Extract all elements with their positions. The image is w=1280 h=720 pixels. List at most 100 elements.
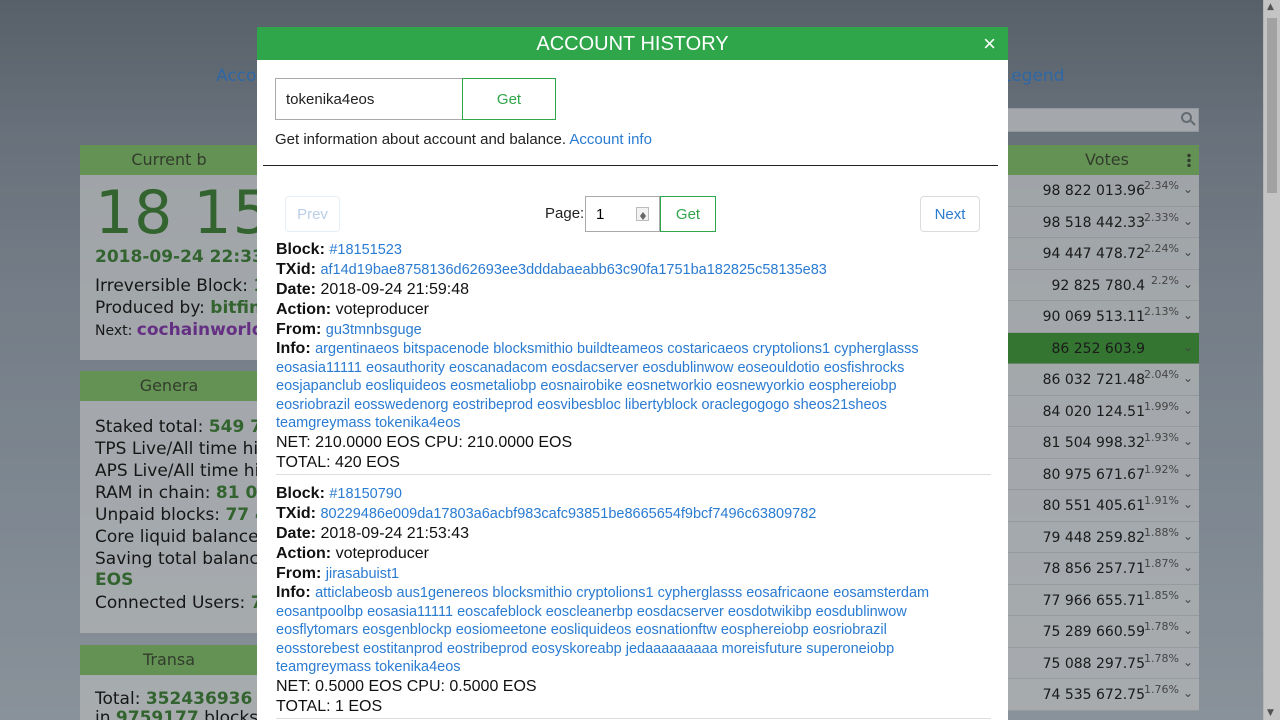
producer-link[interactable]: cryptolions1 [576,585,653,601]
date-label: Date: [276,281,317,298]
producer-link[interactable]: eosdotwikibp [728,604,812,620]
from-link[interactable]: jirasabuist1 [326,566,399,582]
producer-link[interactable]: eosfishrocks [824,360,905,376]
date-value: 2018-09-24 21:59:48 [320,281,470,298]
producer-link[interactable]: eosstorebest [276,641,359,657]
info-producers-line: Info: argentinaeos bitspacenode blocksmith… [276,340,991,359]
producer-link[interactable]: eosamsterdam [833,585,929,601]
producer-link[interactable]: eosiomeetone [456,622,547,638]
producer-link[interactable]: eosliquideos [551,622,632,638]
transaction-separator [276,718,991,719]
next-page-button[interactable]: Next [920,196,980,232]
producer-link[interactable]: eostribeprod [452,397,533,413]
producer-link[interactable]: tokenika4eos [375,659,460,675]
producer-link[interactable]: eostitanprod [363,641,443,657]
producer-link[interactable]: eosriobrazil [813,622,887,638]
producer-link[interactable]: eoscleanerbp [546,604,633,620]
get-account-button[interactable]: Get [462,78,556,120]
producer-link[interactable]: aus1genereos [397,585,489,601]
producer-link[interactable]: eosphereiobp [721,622,809,638]
producer-link[interactable]: eosafricaone [746,585,829,601]
producer-link[interactable]: costaricaeos [667,341,748,357]
producer-link[interactable]: eosvibesbloc [537,397,621,413]
block-label: Block: [276,485,325,502]
producer-link[interactable]: eosnationftw [635,622,716,638]
producer-link[interactable]: oraclegogogo [701,397,789,413]
account-history-modal: ACCOUNT HISTORY × Get Get information ab… [257,27,1008,720]
producer-link[interactable]: eosnewyorkio [716,378,805,394]
producer-link[interactable]: cypherglasss [834,341,919,357]
action-row: Action: voteproducer [276,300,991,320]
info-producers-line: eosasia11111 eosauthority eoscanadacom eosd… [276,359,991,378]
account-info-text: Get information about account and balanc… [275,131,652,148]
producer-link[interactable]: cypherglasss [658,585,743,601]
block-link[interactable]: #18151523 [329,242,402,258]
producer-link[interactable]: eosyskoreabp [531,641,621,657]
producer-link[interactable]: blocksmithio [493,341,573,357]
producer-link[interactable]: eosmetaliobp [450,378,536,394]
date-label: Date: [276,525,317,542]
txid-label: TXid: [276,261,316,278]
producer-link[interactable]: eosflytomars [276,622,358,638]
producer-link[interactable]: eosdublinwow [642,360,733,376]
producer-link[interactable]: eoseouldotio [737,360,819,376]
modal-header: ACCOUNT HISTORY × [257,27,1008,60]
close-icon[interactable]: × [983,27,996,61]
producer-link[interactable]: eosriobrazil [276,397,350,413]
account-info-link[interactable]: Account info [569,131,652,148]
net-cpu: NET: 0.5000 EOS CPU: 0.5000 EOS [276,677,537,695]
total-amount: TOTAL: 1 EOS [276,697,383,715]
producer-link[interactable]: eosdacserver [551,360,638,376]
producer-link[interactable]: bitspacenode [403,341,489,357]
producer-link[interactable]: superoneiobp [806,641,894,657]
transaction-separator [276,474,991,475]
producer-link[interactable]: eosjapanclub [276,378,361,394]
info-label: Info: [276,584,311,601]
producer-link[interactable]: atticlabeosb [315,585,392,601]
info-producers-line: eosantpoolbp eosasia11111 eoscafeblock eosc… [276,603,991,622]
divider [263,165,998,166]
from-link[interactable]: gu3tmnbsguge [326,322,422,338]
block-link[interactable]: #18150790 [329,486,402,502]
producer-link[interactable]: eosasia11111 [367,604,453,620]
producer-link[interactable]: tokenika4eos [375,415,460,431]
producer-link[interactable]: moreisfuture [722,641,803,657]
producer-link[interactable]: eosnairobike [540,378,622,394]
producer-link[interactable]: eoscafeblock [457,604,542,620]
action-label: Action: [276,301,332,318]
producer-link[interactable]: jedaaaaaaaaa [626,641,718,657]
block-label: Block: [276,241,325,258]
producer-link[interactable]: eosliquideos [365,378,446,394]
block-row: Block: #18151523 [276,240,991,260]
producer-link[interactable]: eosswedenorg [354,397,448,413]
producer-link[interactable]: argentinaeos [315,341,399,357]
producer-link[interactable]: eosnetworkio [627,378,712,394]
page-label: Page: [545,205,585,222]
producer-link[interactable]: teamgreymass [276,659,371,675]
producer-link[interactable]: eosasia11111 [276,360,362,376]
producer-link[interactable]: eosgenblockp [362,622,452,638]
producer-link[interactable]: blocksmithio [492,585,572,601]
producer-link[interactable]: eosdacserver [637,604,724,620]
txid-link[interactable]: 80229486e009da17803a6acbf983cafc93851be8… [320,506,816,522]
producer-link[interactable]: eosdublinwow [816,604,907,620]
producer-link[interactable]: buildteameos [577,341,663,357]
producer-link[interactable]: eostribeprod [447,641,528,657]
txid-row: TXid: af14d19bae8758136d62693ee3dddabaea… [276,260,991,280]
producer-link[interactable]: eosauthority [366,360,445,376]
producer-link[interactable]: eosantpoolbp [276,604,363,620]
producer-link[interactable]: libertyblock [625,397,698,413]
modal-title: ACCOUNT HISTORY [536,33,729,55]
producer-link[interactable]: teamgreymass [276,415,371,431]
account-name-input[interactable] [275,78,463,120]
get-page-button[interactable]: Get [660,196,716,232]
info-producers-line: eosflytomars eosgenblockp eosiomeetone eosl… [276,621,991,640]
info-producers-line: eosstorebest eostitanprod eostribeprod eosy… [276,640,991,659]
producer-link[interactable]: cryptolions1 [753,341,830,357]
page-stepper-icon[interactable] [636,207,649,221]
producer-link[interactable]: eoscanadacom [449,360,547,376]
producer-link[interactable]: eosphereiobp [809,378,897,394]
prev-page-button[interactable]: Prev [285,196,340,232]
producer-link[interactable]: sheos21sheos [793,397,887,413]
txid-link[interactable]: af14d19bae8758136d62693ee3dddabaeabb63c9… [320,262,826,278]
